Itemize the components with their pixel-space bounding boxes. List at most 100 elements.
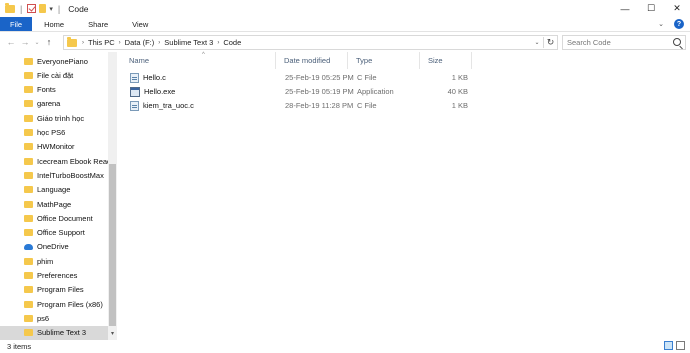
nav-item[interactable]: Program Files: [0, 283, 108, 297]
column-header-type[interactable]: Type: [348, 52, 420, 69]
file-size: 40 KB: [447, 87, 468, 96]
nav-item-label: Fonts: [37, 85, 56, 95]
breadcrumb-this-pc[interactable]: This PC: [85, 38, 118, 47]
search-input[interactable]: Search Code: [562, 35, 686, 50]
tab-file[interactable]: File: [0, 17, 33, 31]
refresh-icon[interactable]: ↻: [543, 37, 557, 48]
nav-item-label: Preferences: [37, 271, 78, 280]
nav-item-label: Program Files: [37, 285, 84, 295]
file-type: C File: [357, 101, 377, 110]
folder-icon: [24, 229, 33, 237]
nav-item[interactable]: MathPage: [0, 197, 108, 211]
nav-item[interactable]: Office Support: [0, 226, 108, 240]
nav-item[interactable]: Icecream Ebook Reade: [0, 154, 108, 168]
file-date-modified: 28-Feb-19 11:28 PM: [285, 101, 354, 110]
file-row[interactable]: kiem_tra_uoc.c 28-Feb-19 11:28 PM C File 1 …: [121, 99, 481, 112]
toolbar-divider: |: [20, 3, 23, 14]
nav-item[interactable]: Fonts: [0, 83, 108, 97]
address-history-chevron-icon[interactable]: ⌄: [531, 39, 543, 46]
folder-icon: [24, 329, 33, 337]
properties-icon[interactable]: [27, 4, 37, 13]
quick-access-toolbar: | ▾ |: [0, 2, 62, 14]
file-name: Hello.c: [143, 73, 166, 82]
c-file-icon: [130, 72, 139, 83]
title-bar: | ▾ | Code — ☐ ✕: [0, 0, 690, 17]
nav-item[interactable]: Office Document: [0, 211, 108, 225]
folder-icon: [24, 257, 33, 265]
up-arrow-icon[interactable]: ↑: [42, 37, 56, 47]
column-header-size[interactable]: Size: [420, 52, 472, 69]
tab-share[interactable]: Share: [76, 17, 120, 31]
folder-icon: [24, 129, 33, 136]
file-date-modified: 25-Feb-19 05:19 PM: [285, 87, 354, 96]
nav-item-label: Program Files (x86): [37, 299, 103, 309]
scroll-down-arrow-icon[interactable]: ▾: [108, 330, 117, 340]
file-type: C File: [357, 73, 377, 82]
nav-item[interactable]: Language: [0, 183, 108, 197]
file-list: ^ Name Date modified Type Size Hello.c 25…: [121, 52, 690, 340]
folder-icon: [24, 157, 33, 165]
minimize-button[interactable]: —: [612, 0, 638, 17]
breadcrumb-data-drive[interactable]: Data (F:): [122, 38, 158, 47]
forward-arrow-icon[interactable]: →: [18, 37, 32, 47]
folder-icon: [67, 36, 77, 47]
nav-item[interactable]: EveryonePiano: [0, 54, 108, 68]
folder-icon: [24, 114, 33, 122]
nav-item[interactable]: phim: [0, 254, 108, 268]
folder-icon: [24, 86, 33, 94]
tab-view[interactable]: View: [120, 17, 160, 31]
ribbon-tabs: File Home Share View ⌄ ?: [0, 17, 690, 32]
nav-item-label: IntelTurboBoostMax: [37, 170, 104, 180]
file-size: 1 KB: [451, 73, 468, 82]
nav-item[interactable]: IntelTurboBoostMax: [0, 168, 108, 182]
new-folder-icon[interactable]: [39, 4, 47, 13]
folder-icon: [24, 143, 33, 151]
details-view-icon[interactable]: [664, 341, 673, 350]
expand-ribbon-chevron-icon[interactable]: ⌄: [658, 20, 664, 28]
file-date-modified: 25-Feb-19 05:25 PM: [285, 73, 354, 82]
column-header-date-modified[interactable]: Date modified: [276, 52, 348, 69]
nav-item[interactable]: garena: [0, 97, 108, 111]
navigation-pane-scrollbar[interactable]: ▾: [108, 52, 117, 340]
folder-icon: [24, 57, 33, 65]
exe-file-icon: [130, 86, 140, 97]
onedrive-icon: [24, 243, 33, 250]
nav-item[interactable]: ps6: [0, 311, 108, 325]
column-header-name[interactable]: Name: [121, 52, 276, 69]
nav-item-label: MathPage: [37, 199, 72, 209]
help-icon[interactable]: ?: [674, 19, 684, 29]
nav-item[interactable]: Program Files (x86): [0, 297, 108, 311]
maximize-button[interactable]: ☐: [638, 0, 664, 17]
scrollbar-thumb[interactable]: [109, 164, 116, 326]
nav-item-label: OneDrive: [37, 242, 69, 252]
file-row[interactable]: Hello.c 25-Feb-19 05:25 PM C File 1 KB: [121, 71, 481, 84]
nav-item-label: File cài đặt: [37, 70, 74, 80]
nav-item[interactable]: File cài đặt: [0, 68, 108, 82]
tab-home[interactable]: Home: [32, 17, 76, 31]
nav-item[interactable]: Giáo trình học: [0, 111, 108, 125]
nav-item[interactable]: học PS6: [0, 126, 108, 140]
nav-item[interactable]: Preferences: [0, 269, 108, 283]
navigation-pane: Sublime Text 3 ps6 Program Files (x86) Prog…: [0, 52, 117, 340]
breadcrumb-code[interactable]: Code: [220, 38, 244, 47]
nav-item[interactable]: OneDrive: [0, 240, 108, 254]
back-arrow-icon[interactable]: ←: [4, 37, 18, 47]
close-button[interactable]: ✕: [664, 0, 690, 17]
file-name: kiem_tra_uoc.c: [143, 101, 194, 110]
folder-icon: [24, 214, 33, 222]
recent-locations-chevron-icon[interactable]: ⌄: [32, 39, 42, 46]
file-type: Application: [357, 87, 394, 96]
nav-item-label: ps6: [37, 313, 50, 323]
nav-item[interactable]: HWMonitor: [0, 140, 108, 154]
folder-icon: [24, 272, 33, 279]
file-row[interactable]: Hello.exe 25-Feb-19 05:19 PM Application 40…: [121, 85, 481, 98]
folder-icon: [24, 100, 33, 108]
status-bar: 3 items: [0, 340, 690, 353]
customize-toolbar-chevron-icon[interactable]: ▾: [49, 5, 53, 13]
breadcrumb-sublime-text-3[interactable]: Sublime Text 3: [161, 38, 216, 47]
search-placeholder: Search Code: [567, 38, 611, 47]
large-icons-view-icon[interactable]: [676, 341, 685, 350]
nav-item[interactable]: Sublime Text 3: [0, 325, 108, 340]
address-bar[interactable]: › This PC › Data (F:) › Sublime Text 3 ›…: [63, 35, 558, 50]
nav-item-label: Office Document: [37, 213, 93, 223]
